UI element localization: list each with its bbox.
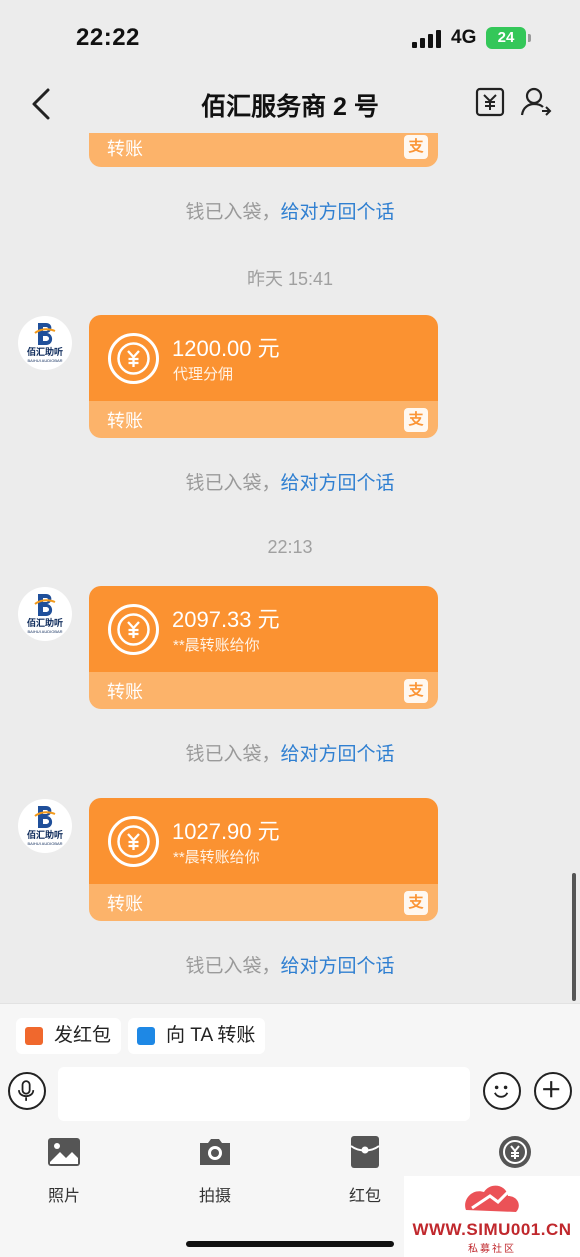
avatar[interactable]: 佰汇助听 BAIHUI AUDIOBAR — [18, 587, 72, 641]
tool-camera[interactable]: 拍摄 — [180, 1134, 250, 1206]
network-label: 4G — [451, 27, 477, 48]
watermark-logo-icon — [465, 1183, 519, 1212]
transfer-icon — [137, 1027, 155, 1045]
brand-logo-icon — [34, 594, 56, 616]
transfer-note: **晨转账给你 — [173, 849, 260, 866]
brand-name-en: BAIHUI AUDIOBAR — [27, 629, 63, 634]
transfer-card[interactable]: 转账 支 — [89, 133, 438, 167]
brand-name-en: BAIHUI AUDIOBAR — [27, 358, 63, 363]
brand-logo-icon — [34, 806, 56, 828]
camera-icon — [200, 1139, 230, 1165]
system-message: 钱已入袋，给对方回个话 — [0, 739, 580, 766]
transfer-card[interactable]: 2097.33 元 **晨转账给你 转账 支 — [89, 586, 438, 709]
card-label: 转账 — [107, 139, 143, 159]
avatar[interactable]: 佰汇助听 BAIHUI AUDIOBAR — [18, 799, 72, 853]
transfer-coin-icon — [499, 1136, 531, 1168]
currency-icon — [108, 333, 159, 384]
reply-link[interactable]: 给对方回个话 — [281, 956, 395, 977]
timestamp: 昨天 15:41 — [246, 269, 334, 289]
status-time: 22:22 — [76, 24, 140, 51]
card-label: 转账 — [107, 682, 143, 702]
more-plus-button[interactable] — [534, 1072, 572, 1110]
currency-icon — [108, 816, 159, 867]
card-footer: 转账 支 — [89, 672, 438, 709]
brand-name-en: BAIHUI AUDIOBAR — [27, 841, 63, 846]
tool-photo[interactable]: 照片 — [29, 1134, 99, 1206]
card-footer: 转账 支 — [89, 401, 438, 438]
alipay-icon: 支 — [404, 408, 428, 432]
transfer-card[interactable]: 1027.90 元 **晨转账给你 转账 支 — [89, 798, 438, 921]
emoji-button[interactable] — [483, 1072, 521, 1110]
input-panel: 发红包 向 TA 转账 照片 拍摄 红包 WWW.SIMU001.CN 私募社区 — [0, 1003, 580, 1257]
send-red-envelope-button[interactable]: 发红包 — [16, 1018, 122, 1054]
chat-area[interactable]: 转账 支 钱已入袋，给对方回个话 昨天 15:41 佰汇助听 BAIHUI AU… — [0, 133, 580, 1003]
card-label: 转账 — [107, 894, 143, 914]
battery-level: 24 — [497, 29, 515, 46]
tool-transfer[interactable] — [480, 1134, 550, 1182]
card-body: 2097.33 元 **晨转账给你 — [89, 586, 438, 672]
transfer-card[interactable]: 1200.00 元 代理分佣 转账 支 — [89, 315, 438, 438]
system-text: 钱已入袋， — [185, 744, 281, 765]
system-text: 钱已入袋， — [185, 956, 281, 977]
status-bar: 22:22 4G 24 — [0, 0, 580, 75]
card-label: 转账 — [107, 411, 143, 431]
transfer-note: 代理分佣 — [173, 366, 234, 383]
card-footer: 转账 支 — [89, 884, 438, 921]
currency-icon — [108, 604, 159, 655]
reply-link[interactable]: 给对方回个话 — [281, 202, 395, 223]
message-input[interactable] — [58, 1067, 470, 1121]
signal-icon — [412, 30, 442, 48]
alipay-icon: 支 — [404, 891, 428, 915]
alipay-icon: 支 — [404, 679, 428, 703]
red-packet-icon — [350, 1136, 380, 1168]
system-message: 钱已入袋，给对方回个话 — [0, 468, 580, 495]
watermark: WWW.SIMU001.CN 私募社区 — [404, 1176, 580, 1257]
card-footer: 转账 支 — [89, 133, 438, 167]
brand-logo-icon — [34, 323, 56, 345]
alipay-icon: 支 — [404, 135, 428, 159]
tool-red-packet[interactable]: 红包 — [330, 1134, 400, 1206]
transfer-amount: 1027.90 元 — [172, 819, 280, 844]
brand-name-cn: 佰汇助听 — [26, 618, 63, 628]
brand-name-cn: 佰汇助听 — [26, 347, 63, 357]
watermark-site: WWW.SIMU001.CN — [412, 1220, 572, 1239]
reply-link[interactable]: 给对方回个话 — [281, 744, 395, 765]
battery-icon: 24 — [486, 27, 531, 49]
system-message: 钱已入袋，给对方回个话 — [0, 197, 580, 224]
tool-label: 红包 — [348, 1188, 381, 1205]
tool-label: 拍摄 — [198, 1188, 231, 1205]
home-indicator — [186, 1241, 394, 1247]
watermark-subtitle: 私募社区 — [468, 1244, 516, 1255]
transfer-note: **晨转账给你 — [173, 637, 260, 654]
timestamp: 22:13 — [267, 537, 313, 557]
transfer-amount: 1200.00 元 — [172, 336, 280, 361]
transfer-record-icon[interactable] — [474, 86, 506, 118]
scrollbar[interactable] — [572, 873, 576, 1001]
red-envelope-icon — [25, 1027, 43, 1045]
card-body: 1027.90 元 **晨转账给你 — [89, 798, 438, 884]
system-message: 钱已入袋，给对方回个话 — [0, 951, 580, 978]
card-body: 1200.00 元 代理分佣 — [89, 315, 438, 401]
quick-action-label: 向 TA 转账 — [166, 1025, 256, 1046]
quick-action-label: 发红包 — [54, 1025, 112, 1046]
reply-link[interactable]: 给对方回个话 — [281, 473, 395, 494]
transfer-amount: 2097.33 元 — [172, 607, 280, 632]
tool-label: 照片 — [47, 1188, 80, 1205]
voice-input-button[interactable] — [8, 1072, 46, 1110]
system-text: 钱已入袋， — [185, 473, 281, 494]
system-text: 钱已入袋， — [185, 202, 281, 223]
brand-name-cn: 佰汇助听 — [26, 830, 63, 840]
avatar[interactable]: 佰汇助听 BAIHUI AUDIOBAR — [18, 316, 72, 370]
profile-icon[interactable] — [520, 86, 552, 118]
transfer-to-ta-button[interactable]: 向 TA 转账 — [128, 1018, 266, 1054]
photo-icon — [48, 1138, 80, 1166]
nav-bar: 佰汇服务商 2 号 — [0, 75, 580, 133]
